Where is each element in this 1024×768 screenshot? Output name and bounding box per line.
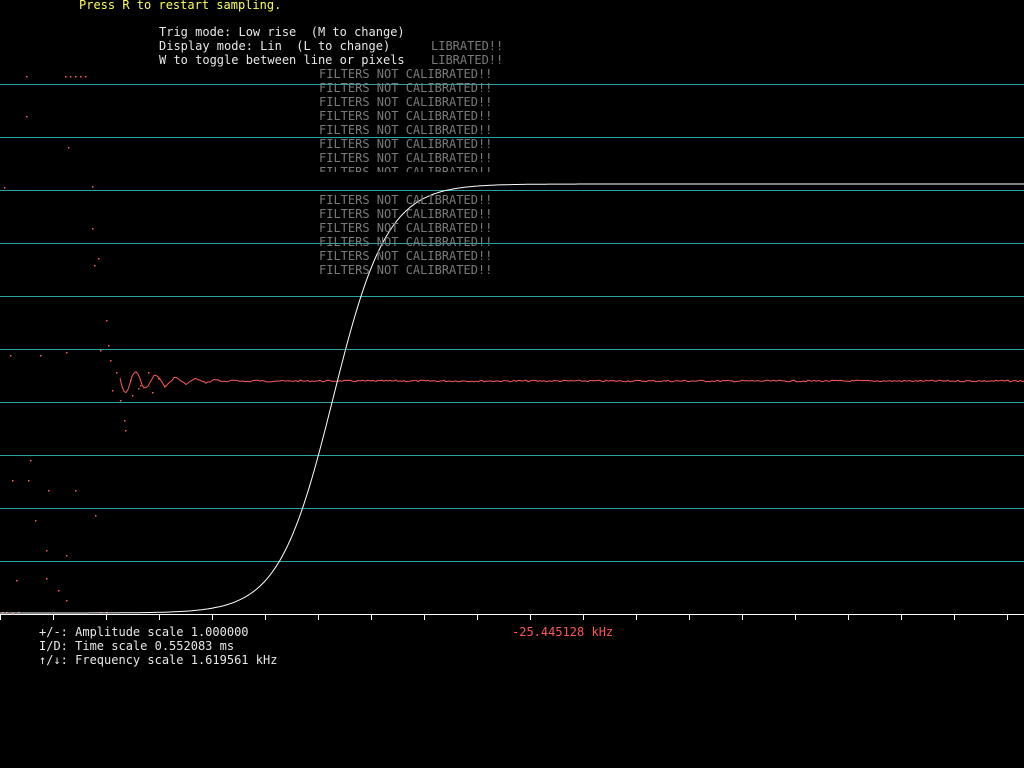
- spectrum-dot: [46, 578, 48, 580]
- draw-toggle-label: W to toggle between line or pixels: [159, 53, 405, 67]
- filters-warning: FILTERS NOT CALIBRATED!!: [319, 263, 493, 277]
- warning-partial: LIBRATED!!: [431, 39, 504, 53]
- spectrum-dot: [140, 385, 142, 387]
- spectrum-dot: [26, 76, 28, 78]
- filters-warning: FILTERS NOT CALIBRATED!!: [319, 67, 493, 81]
- spectrum-dot: [48, 490, 50, 492]
- filters-warning: FILTERS NOT CALIBRATED!!: [319, 137, 493, 151]
- spectrum-dot: [110, 360, 112, 362]
- spectrum-dot: [75, 76, 77, 78]
- spectrum-dot: [66, 352, 68, 354]
- filters-warning: FILTERS NOT CALIBRATED!!: [319, 235, 493, 249]
- warning-partial: LIBRATED!!: [431, 53, 504, 67]
- spectrum-dot: [116, 372, 118, 374]
- spectrum-dot: [92, 228, 94, 230]
- spectrum-dot: [70, 76, 72, 78]
- spectrum-dot: [92, 186, 94, 188]
- spectrum-dot: [106, 320, 108, 322]
- spectrum-dot: [124, 420, 126, 422]
- spectrum-dot: [12, 480, 14, 482]
- spectrum-dot: [112, 390, 114, 392]
- spectrum-dot: [138, 388, 140, 390]
- trig-mode-label: Trig mode: Low rise (M to change): [159, 25, 405, 39]
- spectrum-dot: [66, 600, 68, 602]
- spectrum-dot: [152, 392, 154, 394]
- filters-warning: FILTERS NOT CALIBRATED!!: [319, 81, 493, 95]
- filters-warning: FILTERS NOT CALIBRATED!!: [319, 221, 493, 235]
- spectrum-dot: [30, 460, 32, 462]
- spectrum-dot: [28, 480, 30, 482]
- spectrum-dot: [66, 555, 68, 557]
- spectrum-dot: [40, 355, 42, 357]
- filters-warning: FILTERS NOT CALIBRATED!!: [319, 123, 493, 137]
- spectrum-dot: [85, 76, 87, 78]
- spectrum-dot: [16, 580, 18, 582]
- frequency-readout: -25.445128 kHz: [512, 625, 614, 639]
- filters-warning: FILTERS NOT CALIBRATED!!: [319, 207, 493, 221]
- spectrum-dot: [132, 395, 134, 397]
- spectrum-dot: [58, 590, 60, 592]
- spectrum-scatter: [2, 76, 166, 615]
- filters-warning: FILTERS NOT CALIBRATED!!: [319, 165, 493, 172]
- spectrum-dot: [100, 350, 102, 352]
- step-response-trace: [0, 183, 1024, 614]
- spectrum-dot: [26, 116, 28, 118]
- filters-warning: FILTERS NOT CALIBRATED!!: [319, 109, 493, 123]
- filters-warning: FILTERS NOT CALIBRATED!!: [319, 249, 493, 263]
- spectrum-dot: [80, 76, 82, 78]
- amplitude-scale-label: +/-: Amplitude scale 1.000000: [39, 625, 249, 639]
- spectrum-dot: [98, 258, 100, 260]
- filters-warning: FILTERS NOT CALIBRATED!!: [319, 95, 493, 109]
- spectrum-dot: [95, 515, 97, 517]
- frequency-scale-label: ↑/↓: Frequency scale 1.619561 kHz: [39, 653, 278, 667]
- spectrum-dot: [108, 345, 110, 347]
- spectrum-trace: [119, 371, 1024, 394]
- display-mode-label: Display mode: Lin (L to change): [159, 39, 391, 53]
- spectrum-dot: [65, 76, 67, 78]
- spectrum-dot: [120, 400, 122, 402]
- spectrum-dot: [4, 187, 6, 189]
- grid-lines: [0, 84, 1024, 615]
- restart-hint: Press R to restart sampling.: [79, 0, 282, 12]
- filters-warning: FILTERS NOT CALIBRATED!!: [319, 151, 493, 165]
- spectrum-dot: [10, 355, 12, 357]
- spectrum-dot: [125, 430, 127, 432]
- spectrum-dot: [148, 372, 150, 374]
- spectrum-dot: [94, 265, 96, 267]
- time-scale-label: I/D: Time scale 0.552083 ms: [39, 639, 235, 653]
- spectrum-dot: [35, 520, 37, 522]
- spectrum-dot: [46, 550, 48, 552]
- filters-warning: FILTERS NOT CALIBRATED!!: [319, 193, 493, 207]
- spectrum-dot: [68, 147, 70, 149]
- spectrum-dot: [75, 490, 77, 492]
